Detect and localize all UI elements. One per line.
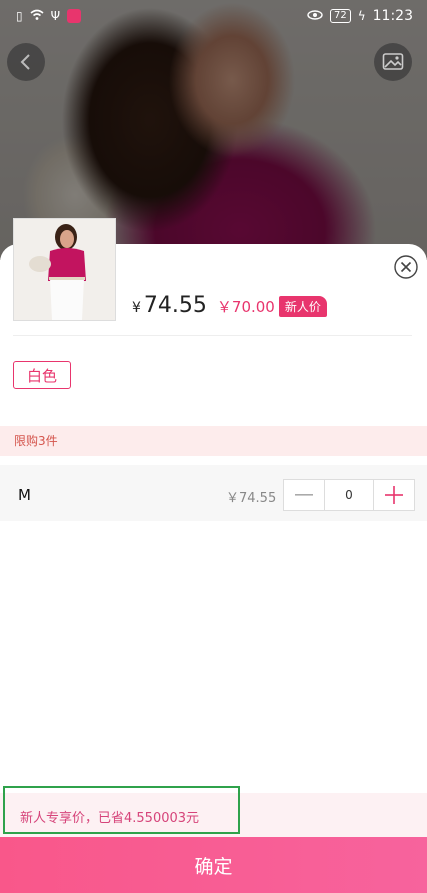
new-user-price: ￥70.00	[216, 298, 275, 316]
wifi-icon	[30, 9, 44, 23]
increase-button[interactable]	[374, 480, 414, 510]
divider	[13, 335, 412, 336]
charging-icon: ϟ	[357, 9, 366, 23]
plus-icon	[385, 486, 403, 504]
purchase-limit-banner: 限购3件	[0, 426, 427, 456]
back-button[interactable]	[7, 43, 45, 81]
close-circle-icon	[394, 255, 418, 279]
app-icon	[67, 9, 82, 23]
currency-symbol: ¥	[132, 300, 141, 316]
close-button[interactable]	[394, 255, 418, 283]
gallery-button[interactable]	[374, 43, 412, 81]
product-thumbnail	[13, 218, 116, 321]
quantity-stepper: 0	[283, 479, 415, 511]
decrease-button[interactable]	[284, 480, 324, 510]
quantity-value[interactable]: 0	[324, 480, 374, 510]
sim-icon: ▯	[16, 9, 23, 23]
minus-icon	[295, 494, 313, 496]
price-row: ¥74.55 ￥70.00 新人价	[132, 293, 327, 318]
usb-icon: Ψ	[50, 9, 61, 23]
image-icon	[382, 53, 404, 70]
savings-text: 新人专享价，已省4.550003元	[20, 811, 200, 826]
status-bar: ▯ Ψ 72 ϟ 11:23	[0, 0, 427, 32]
size-label: M	[18, 486, 31, 504]
confirm-button[interactable]: 确定	[0, 837, 427, 893]
battery-icon: 72	[329, 9, 351, 23]
status-time: 11:23	[372, 8, 413, 24]
chevron-left-icon	[20, 54, 30, 70]
new-user-badge: 新人价	[278, 296, 327, 317]
spec-option-white[interactable]: 白色	[13, 361, 71, 389]
size-row: M ￥74.55 0	[0, 465, 427, 521]
size-price: ￥74.55	[226, 491, 277, 506]
price-value: 74.55	[143, 293, 207, 318]
current-price: ¥74.55	[132, 293, 207, 318]
eye-icon	[307, 10, 323, 22]
